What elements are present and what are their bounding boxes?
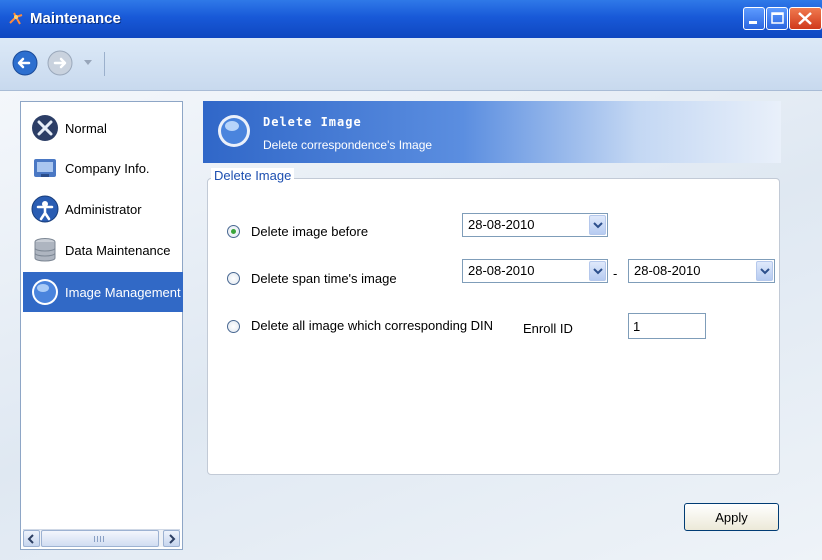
sidebar-item-data-maintenance[interactable]: Data Maintenance	[23, 230, 183, 270]
wrench-screwdriver-icon	[32, 115, 58, 141]
radio-delete-span[interactable]	[227, 272, 240, 285]
maintenance-app-icon	[9, 12, 23, 25]
minimize-icon	[749, 21, 757, 24]
maximize-button[interactable]	[766, 7, 788, 30]
section-title: Delete Image	[263, 115, 362, 129]
chevron-right-icon	[169, 534, 176, 544]
title-bar: Maintenance	[0, 0, 822, 38]
chevron-down-icon	[593, 268, 603, 275]
radio-delete-before[interactable]	[227, 225, 240, 238]
option-delete-all-din-label: Delete all image which corresponding DIN	[251, 318, 494, 333]
chevron-left-icon	[27, 534, 34, 544]
sidebar-item-label: Image Management	[65, 284, 181, 300]
close-button[interactable]	[789, 7, 822, 30]
history-dropdown-icon[interactable]	[84, 60, 92, 66]
back-arrow-icon[interactable]	[12, 50, 38, 76]
sidebar-item-administrator[interactable]: Administrator	[23, 189, 183, 229]
radio-delete-all-din[interactable]	[227, 320, 240, 333]
span-start-date-picker[interactable]: 28-08-2010	[462, 259, 608, 283]
span-end-date-picker[interactable]: 28-08-2010	[628, 259, 775, 283]
dropdown-button[interactable]	[589, 215, 606, 235]
enroll-id-label: Enroll ID	[523, 321, 573, 336]
dropdown-button[interactable]	[589, 261, 606, 281]
chevron-down-icon	[593, 222, 603, 229]
window-title: Maintenance	[30, 10, 121, 27]
sidebar-item-company-info[interactable]: Company Info.	[23, 148, 183, 188]
forward-arrow-icon[interactable]	[47, 50, 73, 76]
sidebar-item-normal[interactable]: Normal	[23, 108, 183, 148]
delete-before-date-picker[interactable]: 28-08-2010	[462, 213, 608, 237]
sidebar-horizontal-scrollbar[interactable]	[23, 529, 180, 547]
sidebar: Normal Company Info. Administrator Data …	[20, 101, 183, 550]
span-end-date-value: 28-08-2010	[634, 263, 701, 278]
delete-before-date-value: 28-08-2010	[468, 217, 535, 232]
apply-button[interactable]: Apply	[684, 503, 779, 531]
section-header: Delete Image Delete correspondence's Ima…	[203, 101, 781, 163]
navigation-toolbar	[0, 38, 822, 91]
chevron-down-icon	[760, 268, 770, 275]
scroll-right-button[interactable]	[163, 530, 180, 547]
minimize-button[interactable]	[743, 7, 765, 30]
scroll-left-button[interactable]	[23, 530, 40, 547]
scroll-grip	[94, 536, 104, 542]
image-management-icon	[218, 115, 250, 147]
option-delete-span-label: Delete span time's image	[251, 271, 397, 286]
sidebar-item-label: Normal	[65, 120, 107, 136]
dropdown-button[interactable]	[756, 261, 773, 281]
image-management-icon	[32, 279, 58, 305]
database-icon	[34, 238, 56, 262]
enroll-id-input[interactable]	[633, 316, 703, 336]
sidebar-item-label: Company Info.	[65, 160, 150, 176]
toolbar-separator	[104, 52, 105, 76]
sidebar-item-image-management[interactable]: Image Management	[23, 272, 183, 312]
close-icon	[798, 12, 812, 25]
sidebar-item-label: Administrator	[65, 201, 142, 217]
maximize-icon	[771, 12, 784, 24]
radio-selected-dot	[231, 229, 236, 234]
scroll-thumb[interactable]	[41, 530, 159, 547]
enroll-id-field[interactable]	[628, 313, 706, 339]
groupbox-legend: Delete Image	[211, 168, 295, 183]
span-start-date-value: 28-08-2010	[468, 263, 535, 278]
sidebar-item-label: Data Maintenance	[65, 242, 171, 258]
option-delete-before-label: Delete image before	[251, 224, 369, 239]
date-range-separator: -	[613, 266, 618, 281]
company-icon	[34, 159, 56, 177]
section-subtitle: Delete correspondence's Image	[263, 138, 433, 152]
administrator-icon	[31, 195, 59, 223]
